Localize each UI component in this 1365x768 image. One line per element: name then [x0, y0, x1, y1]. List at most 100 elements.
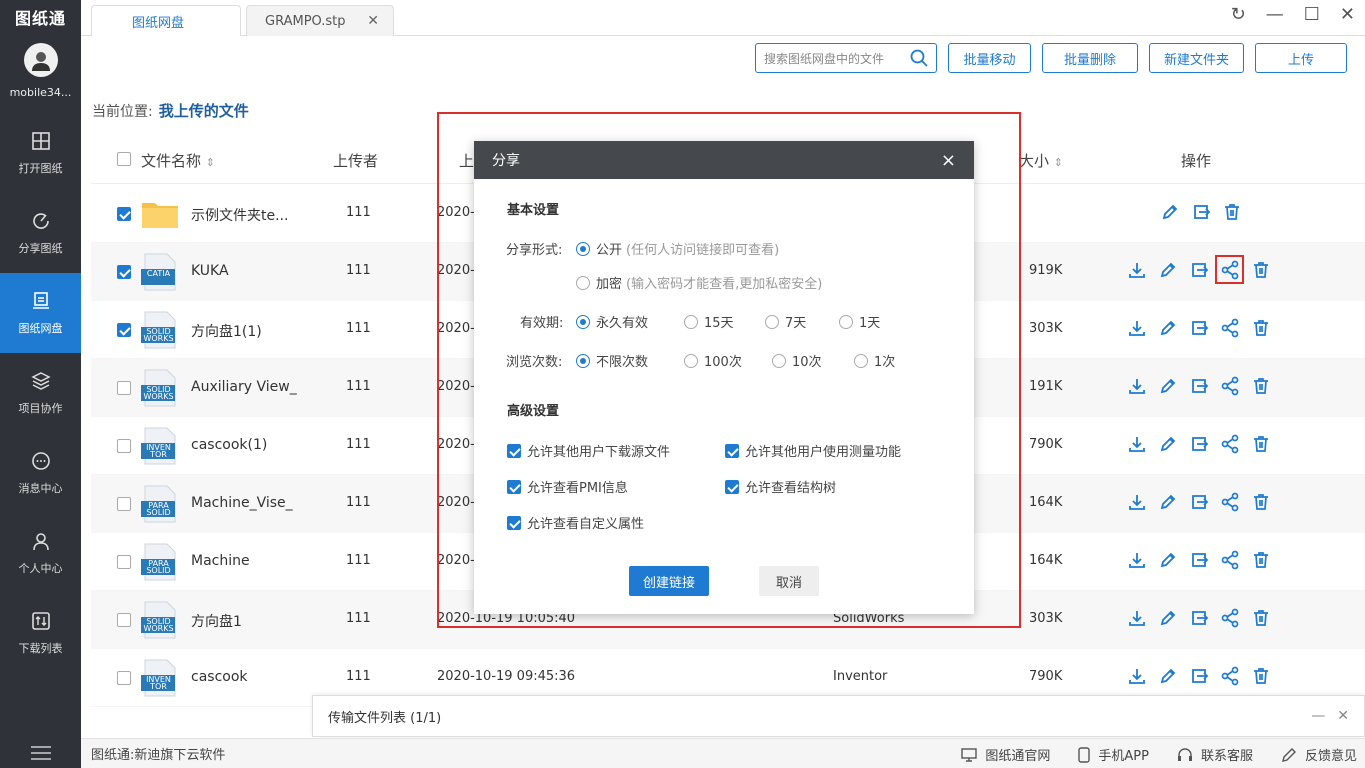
share-icon[interactable] [1219, 433, 1240, 454]
edit-icon[interactable] [1159, 201, 1180, 222]
radio-views-unlimited[interactable]: 不限次数 [576, 351, 648, 370]
edit-icon[interactable] [1157, 433, 1178, 454]
trash-icon[interactable] [1250, 375, 1271, 396]
trash-icon[interactable] [1250, 665, 1271, 686]
move-icon[interactable] [1188, 549, 1209, 570]
link-feedback[interactable]: 反馈意见 [1281, 745, 1357, 764]
file-name[interactable]: cascook [191, 669, 248, 685]
download-icon[interactable] [1126, 317, 1147, 338]
share-icon[interactable] [1219, 549, 1240, 570]
maximize-icon[interactable]: ☐ [1304, 4, 1320, 25]
search-input[interactable]: 搜索图纸网盘中的文件 [755, 43, 937, 73]
file-name[interactable]: 示例文件夹te... [191, 205, 288, 225]
tab-cloud-disk[interactable]: 图纸网盘 [91, 5, 241, 36]
sidebar-item-share-drawing[interactable]: 分享图纸 [0, 193, 81, 273]
download-icon[interactable] [1126, 259, 1147, 280]
sidebar-item-messages[interactable]: 消息中心 [0, 433, 81, 513]
file-name[interactable]: 方向盘1(1) [191, 321, 262, 341]
radio-views-1[interactable]: 1次 [854, 351, 895, 370]
header-name[interactable]: 文件名称 ⇕ [141, 150, 215, 171]
move-icon[interactable] [1188, 665, 1209, 686]
minimize-icon[interactable]: — [1266, 4, 1284, 25]
checkbox-allow-tree[interactable]: 允许查看结构树 [725, 477, 836, 496]
row-checkbox[interactable] [117, 265, 131, 279]
checkbox-allow-measure[interactable]: 允许其他用户使用测量功能 [725, 441, 901, 460]
search-icon[interactable] [910, 49, 928, 67]
refresh-icon[interactable]: ↻ [1231, 4, 1246, 25]
radio-views-10[interactable]: 10次 [772, 351, 822, 370]
header-size[interactable]: 大小 ⇕ [1019, 150, 1063, 171]
file-name[interactable]: Auxiliary View_ [191, 379, 297, 395]
row-checkbox[interactable] [117, 671, 131, 685]
link-mobile-app[interactable]: 手机APP [1078, 745, 1149, 764]
radio-validity-forever[interactable]: 永久有效 [576, 312, 648, 331]
edit-icon[interactable] [1157, 665, 1178, 686]
share-icon[interactable] [1219, 665, 1240, 686]
edit-icon[interactable] [1157, 375, 1178, 396]
move-icon[interactable] [1188, 317, 1209, 338]
radio-views-100[interactable]: 100次 [684, 351, 742, 370]
sidebar-item-project[interactable]: 项目协作 [0, 353, 81, 433]
row-checkbox[interactable] [117, 613, 131, 627]
file-name[interactable]: KUKA [191, 263, 229, 279]
file-name[interactable]: cascook(1) [191, 437, 267, 453]
select-all-checkbox[interactable] [117, 152, 131, 166]
row-checkbox[interactable] [117, 207, 131, 221]
new-folder-button[interactable]: 新建文件夹 [1149, 43, 1244, 73]
menu-button[interactable] [0, 738, 81, 768]
sort-icon[interactable]: ⇕ [206, 156, 215, 169]
edit-icon[interactable] [1157, 607, 1178, 628]
share-icon[interactable] [1219, 259, 1240, 280]
radio-public[interactable]: 公开(任何人访问链接即可查看) [576, 239, 779, 258]
trash-icon[interactable] [1250, 607, 1271, 628]
trash-icon[interactable] [1250, 549, 1271, 570]
download-icon[interactable] [1126, 665, 1147, 686]
edit-icon[interactable] [1157, 549, 1178, 570]
move-icon[interactable] [1188, 491, 1209, 512]
sidebar-item-open-drawing[interactable]: 打开图纸 [0, 113, 81, 193]
radio-validity-15d[interactable]: 15天 [684, 312, 734, 331]
close-window-icon[interactable]: ✕ [1340, 4, 1355, 25]
download-icon[interactable] [1126, 607, 1147, 628]
share-icon[interactable] [1219, 491, 1240, 512]
trash-icon[interactable] [1221, 201, 1242, 222]
sort-icon[interactable]: ⇕ [1054, 156, 1063, 169]
breadcrumb-path[interactable]: 我上传的文件 [159, 102, 249, 120]
avatar[interactable] [24, 43, 58, 77]
download-icon[interactable] [1126, 491, 1147, 512]
link-support[interactable]: 联系客服 [1177, 745, 1253, 764]
edit-icon[interactable] [1157, 491, 1178, 512]
close-icon[interactable]: ✕ [367, 13, 379, 29]
batch-move-button[interactable]: 批量移动 [948, 43, 1031, 73]
move-icon[interactable] [1188, 259, 1209, 280]
upload-button[interactable]: 上传 [1255, 43, 1347, 73]
trash-icon[interactable] [1250, 259, 1271, 280]
close-icon[interactable]: ✕ [1337, 708, 1349, 724]
cancel-button[interactable]: 取消 [759, 566, 819, 596]
share-icon[interactable] [1219, 317, 1240, 338]
share-icon[interactable] [1219, 607, 1240, 628]
edit-icon[interactable] [1157, 317, 1178, 338]
checkbox-allow-custom-props[interactable]: 允许查看自定义属性 [507, 513, 644, 532]
batch-delete-button[interactable]: 批量删除 [1042, 43, 1138, 73]
row-checkbox[interactable] [117, 555, 131, 569]
download-icon[interactable] [1126, 375, 1147, 396]
trash-icon[interactable] [1250, 317, 1271, 338]
sidebar-item-cloud-disk[interactable]: 图纸网盘 [0, 273, 81, 353]
tab-grampo[interactable]: GRAMPO.stp✕ [246, 5, 394, 36]
create-link-button[interactable]: 创建链接 [629, 566, 709, 596]
download-icon[interactable] [1126, 549, 1147, 570]
file-name[interactable]: 方向盘1 [191, 611, 242, 631]
file-name[interactable]: Machine [191, 553, 250, 569]
link-website[interactable]: 图纸通官网 [961, 745, 1050, 764]
radio-validity-1d[interactable]: 1天 [839, 312, 880, 331]
download-icon[interactable] [1126, 433, 1147, 454]
move-icon[interactable] [1188, 433, 1209, 454]
move-icon[interactable] [1188, 375, 1209, 396]
share-icon[interactable] [1219, 375, 1240, 396]
checkbox-allow-pmi[interactable]: 允许查看PMI信息 [507, 477, 628, 496]
sidebar-item-profile[interactable]: 个人中心 [0, 513, 81, 593]
row-checkbox[interactable] [117, 323, 131, 337]
radio-private[interactable]: 加密(输入密码才能查看,更加私密安全) [576, 273, 822, 292]
trash-icon[interactable] [1250, 433, 1271, 454]
